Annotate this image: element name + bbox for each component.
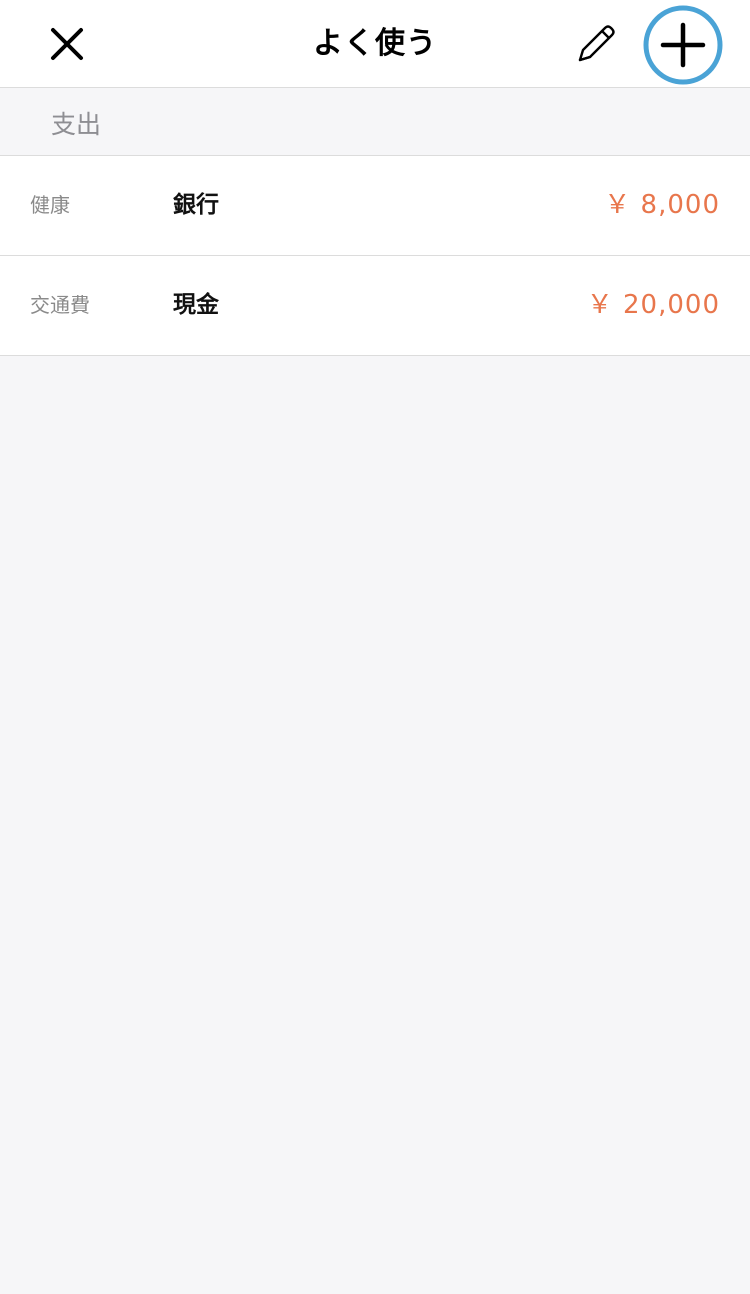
item-account: 銀行 (173, 192, 219, 218)
edit-button[interactable] (570, 20, 622, 68)
item-category: 健康 (30, 193, 70, 217)
pencil-icon (578, 25, 615, 62)
list-item[interactable]: 健康 銀行 ￥ 8,000 (0, 156, 750, 256)
add-button[interactable] (643, 5, 723, 85)
item-account: 現金 (173, 292, 219, 318)
section-label: 支出 (51, 110, 102, 139)
section-header: 支出 (0, 88, 750, 156)
item-amount: ￥ 8,000 (604, 190, 720, 220)
close-icon (51, 28, 83, 60)
close-button[interactable] (44, 21, 90, 67)
list-item[interactable]: 交通費 現金 ￥ 20,000 (0, 256, 750, 356)
navigation-bar: よく使う (0, 0, 750, 88)
plus-icon (643, 5, 723, 85)
item-category: 交通費 (30, 293, 90, 317)
page-title: よく使う (313, 26, 437, 61)
item-amount: ￥ 20,000 (586, 290, 720, 320)
favorites-list: 健康 銀行 ￥ 8,000 交通費 現金 ￥ 20,000 (0, 156, 750, 356)
